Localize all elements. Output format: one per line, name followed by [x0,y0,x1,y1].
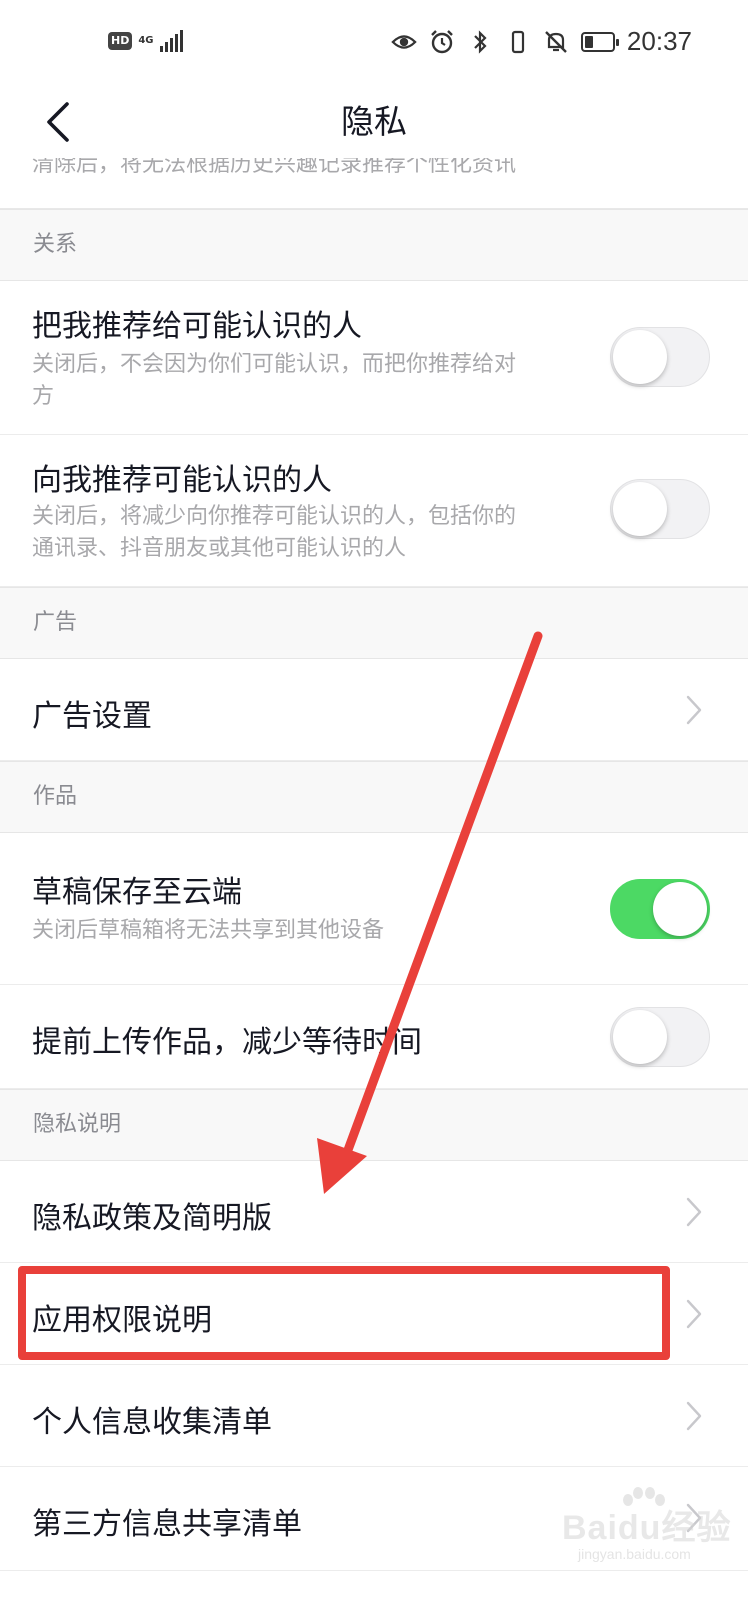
toggle-knob [613,330,667,384]
vibrate-icon [505,29,531,55]
section-header-relations: 关系 [0,209,748,281]
watermark: Baidu经验 jingyan.baidu.com [562,1486,730,1566]
setting-title: 隐私政策及简明版 [32,1201,272,1236]
hd-badge: HD [108,32,133,50]
alarm-icon [429,29,455,55]
settings-list: 清除后，将无法根据历史兴趣记录推荐个性化资讯 关系 把我推荐给可能认识的人 关闭… [0,158,748,1571]
setting-title: 草稿保存至云端 [32,875,242,910]
bluetooth-icon [467,29,493,55]
battery-icon [580,31,619,52]
chevron-right-icon [686,1299,702,1329]
mute-icon [543,29,569,55]
setting-description: 关闭后，不会因为你们可能认识，而把你推荐给对方 [32,352,517,409]
toggle-knob [613,482,667,536]
setting-title: 应用权限说明 [32,1303,212,1338]
truncated-description: 清除后，将无法根据历史兴趣记录推荐个性化资讯 [0,158,748,209]
setting-save-drafts-to-cloud: 草稿保存至云端 关闭后草稿箱将无法共享到其他设备 [0,833,748,985]
setting-title: 向我推荐可能认识的人 [32,463,332,498]
link-app-permissions[interactable]: 应用权限说明 [0,1263,748,1365]
network-indicators: HD 4G [108,30,183,52]
network-type: 4G [138,35,154,46]
chevron-left-icon [47,102,69,142]
status-bar: HD 4G 20:37 [0,0,748,86]
setting-description: 关闭后草稿箱将无法共享到其他设备 [32,918,385,943]
section-header-privacy-info: 隐私说明 [0,1089,748,1161]
setting-title: 个人信息收集清单 [32,1405,272,1440]
chevron-right-icon [686,695,702,725]
eye-icon [391,29,417,55]
setting-title: 第三方信息共享清单 [32,1507,302,1542]
link-privacy-policy[interactable]: 隐私政策及简明版 [0,1161,748,1263]
toggle-knob [653,882,707,936]
section-header-ads: 广告 [0,587,748,659]
status-icons: 20:37 [391,26,692,57]
setting-title: 把我推荐给可能认识的人 [32,309,362,344]
toggle-switch[interactable] [610,327,710,387]
page-title: 隐私 [341,102,407,141]
clock: 20:37 [626,26,692,56]
setting-pre-upload-works: 提前上传作品，减少等待时间 [0,985,748,1089]
section-header-works: 作品 [0,761,748,833]
setting-title: 提前上传作品，减少等待时间 [32,1025,422,1060]
setting-recommend-people-to-me: 向我推荐可能认识的人 关闭后，将减少向你推荐可能认识的人，包括你的 通讯录、抖音朋… [0,435,748,587]
setting-ad-settings[interactable]: 广告设置 [0,659,748,761]
chevron-right-icon [686,1197,702,1227]
battery-level [584,35,593,48]
chevron-right-icon [686,1401,702,1431]
toggle-switch[interactable] [610,879,710,939]
link-personal-info-list[interactable]: 个人信息收集清单 [0,1365,748,1467]
toggle-knob [613,1010,667,1064]
setting-description: 关闭后，将减少向你推荐可能认识的人，包括你的 通讯录、抖音朋友或其他可能认识的人 [32,504,517,561]
setting-recommend-me-to-others: 把我推荐给可能认识的人 关闭后，不会因为你们可能认识，而把你推荐给对方 [0,281,748,435]
navigation-bar: 隐私 [0,86,748,158]
signal-icon [159,30,183,52]
back-button[interactable] [30,94,86,150]
setting-title: 广告设置 [32,699,152,734]
toggle-switch[interactable] [610,479,710,539]
toggle-switch[interactable] [610,1007,710,1067]
